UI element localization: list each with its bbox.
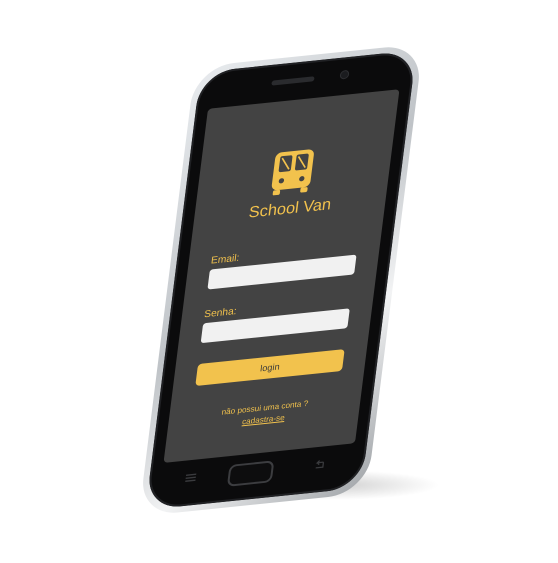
back-icon[interactable] bbox=[311, 459, 327, 470]
login-button[interactable]: login bbox=[195, 349, 345, 386]
school-bus-icon bbox=[271, 149, 314, 196]
menu-icon[interactable] bbox=[183, 472, 199, 483]
product-mockup: School Van Email: Senha: login não possu… bbox=[0, 0, 558, 563]
senha-label: Senha: bbox=[203, 306, 238, 321]
app-title: School Van bbox=[247, 196, 333, 222]
smartphone: School Van Email: Senha: login não possu… bbox=[138, 43, 424, 517]
email-label: Email: bbox=[210, 252, 240, 267]
